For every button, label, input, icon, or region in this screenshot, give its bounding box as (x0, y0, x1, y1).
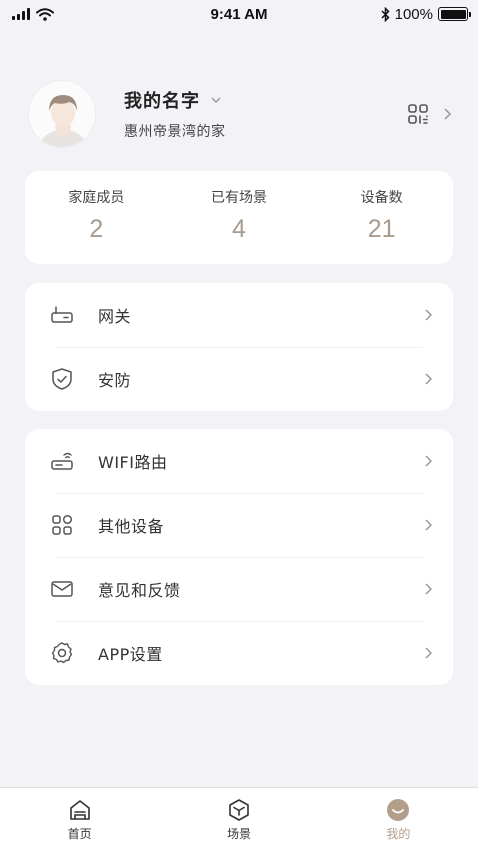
tab-mine[interactable]: 我的 (319, 788, 478, 850)
chevron-right-icon (421, 454, 435, 468)
avatar[interactable] (28, 80, 96, 148)
stat-value: 2 (89, 215, 104, 243)
gear-icon (49, 640, 75, 666)
menu-label: 网关 (98, 307, 132, 326)
menu-group-2: WIFI路由 其他设备 意见和反馈 APP设置 (25, 429, 453, 685)
stat-devices[interactable]: 设备数 21 (310, 171, 453, 264)
menu-label: WIFI路由 (98, 453, 168, 472)
stat-label: 设备数 (360, 190, 403, 206)
chevron-right-icon (421, 372, 435, 386)
profile-name[interactable]: 我的名字 (124, 87, 200, 113)
menu-label: 安防 (98, 371, 132, 390)
status-right: 100% (381, 5, 471, 23)
tab-label: 我的 (386, 827, 411, 841)
tab-label: 首页 (67, 827, 92, 841)
name-row[interactable]: 我的名字 (124, 87, 407, 113)
signal-icon (12, 8, 30, 20)
chevron-down-icon[interactable] (210, 96, 222, 104)
tab-label: 场景 (226, 827, 251, 841)
stat-family-members[interactable]: 家庭成员 2 (25, 171, 168, 264)
tab-home[interactable]: 首页 (0, 788, 159, 850)
bluetooth-icon (381, 6, 390, 22)
smile-face-icon (386, 798, 410, 822)
stats-card: 家庭成员 2 已有场景 4 设备数 21 (25, 171, 453, 264)
tab-scene[interactable]: 场景 (159, 788, 318, 850)
profile-header[interactable]: 我的名字 惠州帝景湾的家 (28, 80, 452, 148)
wifi-icon (36, 7, 54, 21)
menu-item-app-settings[interactable]: APP设置 (25, 621, 453, 685)
chevron-right-icon (421, 308, 435, 322)
chevron-right-icon (421, 518, 435, 532)
scene-cube-icon (227, 798, 251, 822)
menu-item-security[interactable]: 安防 (25, 347, 453, 411)
menu-item-feedback[interactable]: 意见和反馈 (25, 557, 453, 621)
menu-label: 意见和反馈 (98, 581, 181, 600)
stat-scenes[interactable]: 已有场景 4 (168, 171, 311, 264)
stat-value: 4 (232, 215, 246, 243)
menu-item-gateway[interactable]: 网关 (25, 283, 453, 347)
stat-label: 家庭成员 (68, 190, 125, 206)
mail-icon (49, 576, 75, 602)
gateway-icon (49, 302, 75, 328)
chevron-right-icon (421, 646, 435, 660)
battery-icon (438, 7, 471, 21)
shield-icon (49, 366, 75, 392)
menu-label: APP设置 (98, 645, 163, 664)
qr-code-icon (408, 104, 428, 124)
menu-item-other-devices[interactable]: 其他设备 (25, 493, 453, 557)
qr-code-button[interactable] (407, 103, 452, 125)
battery-percent: 100% (394, 5, 433, 23)
status-left (12, 7, 54, 21)
stat-label: 已有场景 (211, 190, 267, 206)
menu-label: 其他设备 (98, 517, 165, 536)
profile-text: 我的名字 惠州帝景湾的家 (124, 87, 407, 141)
tab-bar: 首页 场景 我的 (0, 787, 478, 850)
chevron-right-icon (421, 582, 435, 596)
chevron-right-icon (444, 108, 452, 120)
status-bar: 9:41 AM 100% (0, 0, 478, 28)
router-icon (49, 448, 75, 474)
menu-item-wifi-router[interactable]: WIFI路由 (25, 429, 453, 493)
devices-icon (49, 512, 75, 538)
home-name: 惠州帝景湾的家 (124, 124, 226, 140)
home-icon (68, 798, 92, 822)
stat-value: 21 (367, 215, 396, 243)
menu-group-1: 网关 安防 (25, 283, 453, 411)
